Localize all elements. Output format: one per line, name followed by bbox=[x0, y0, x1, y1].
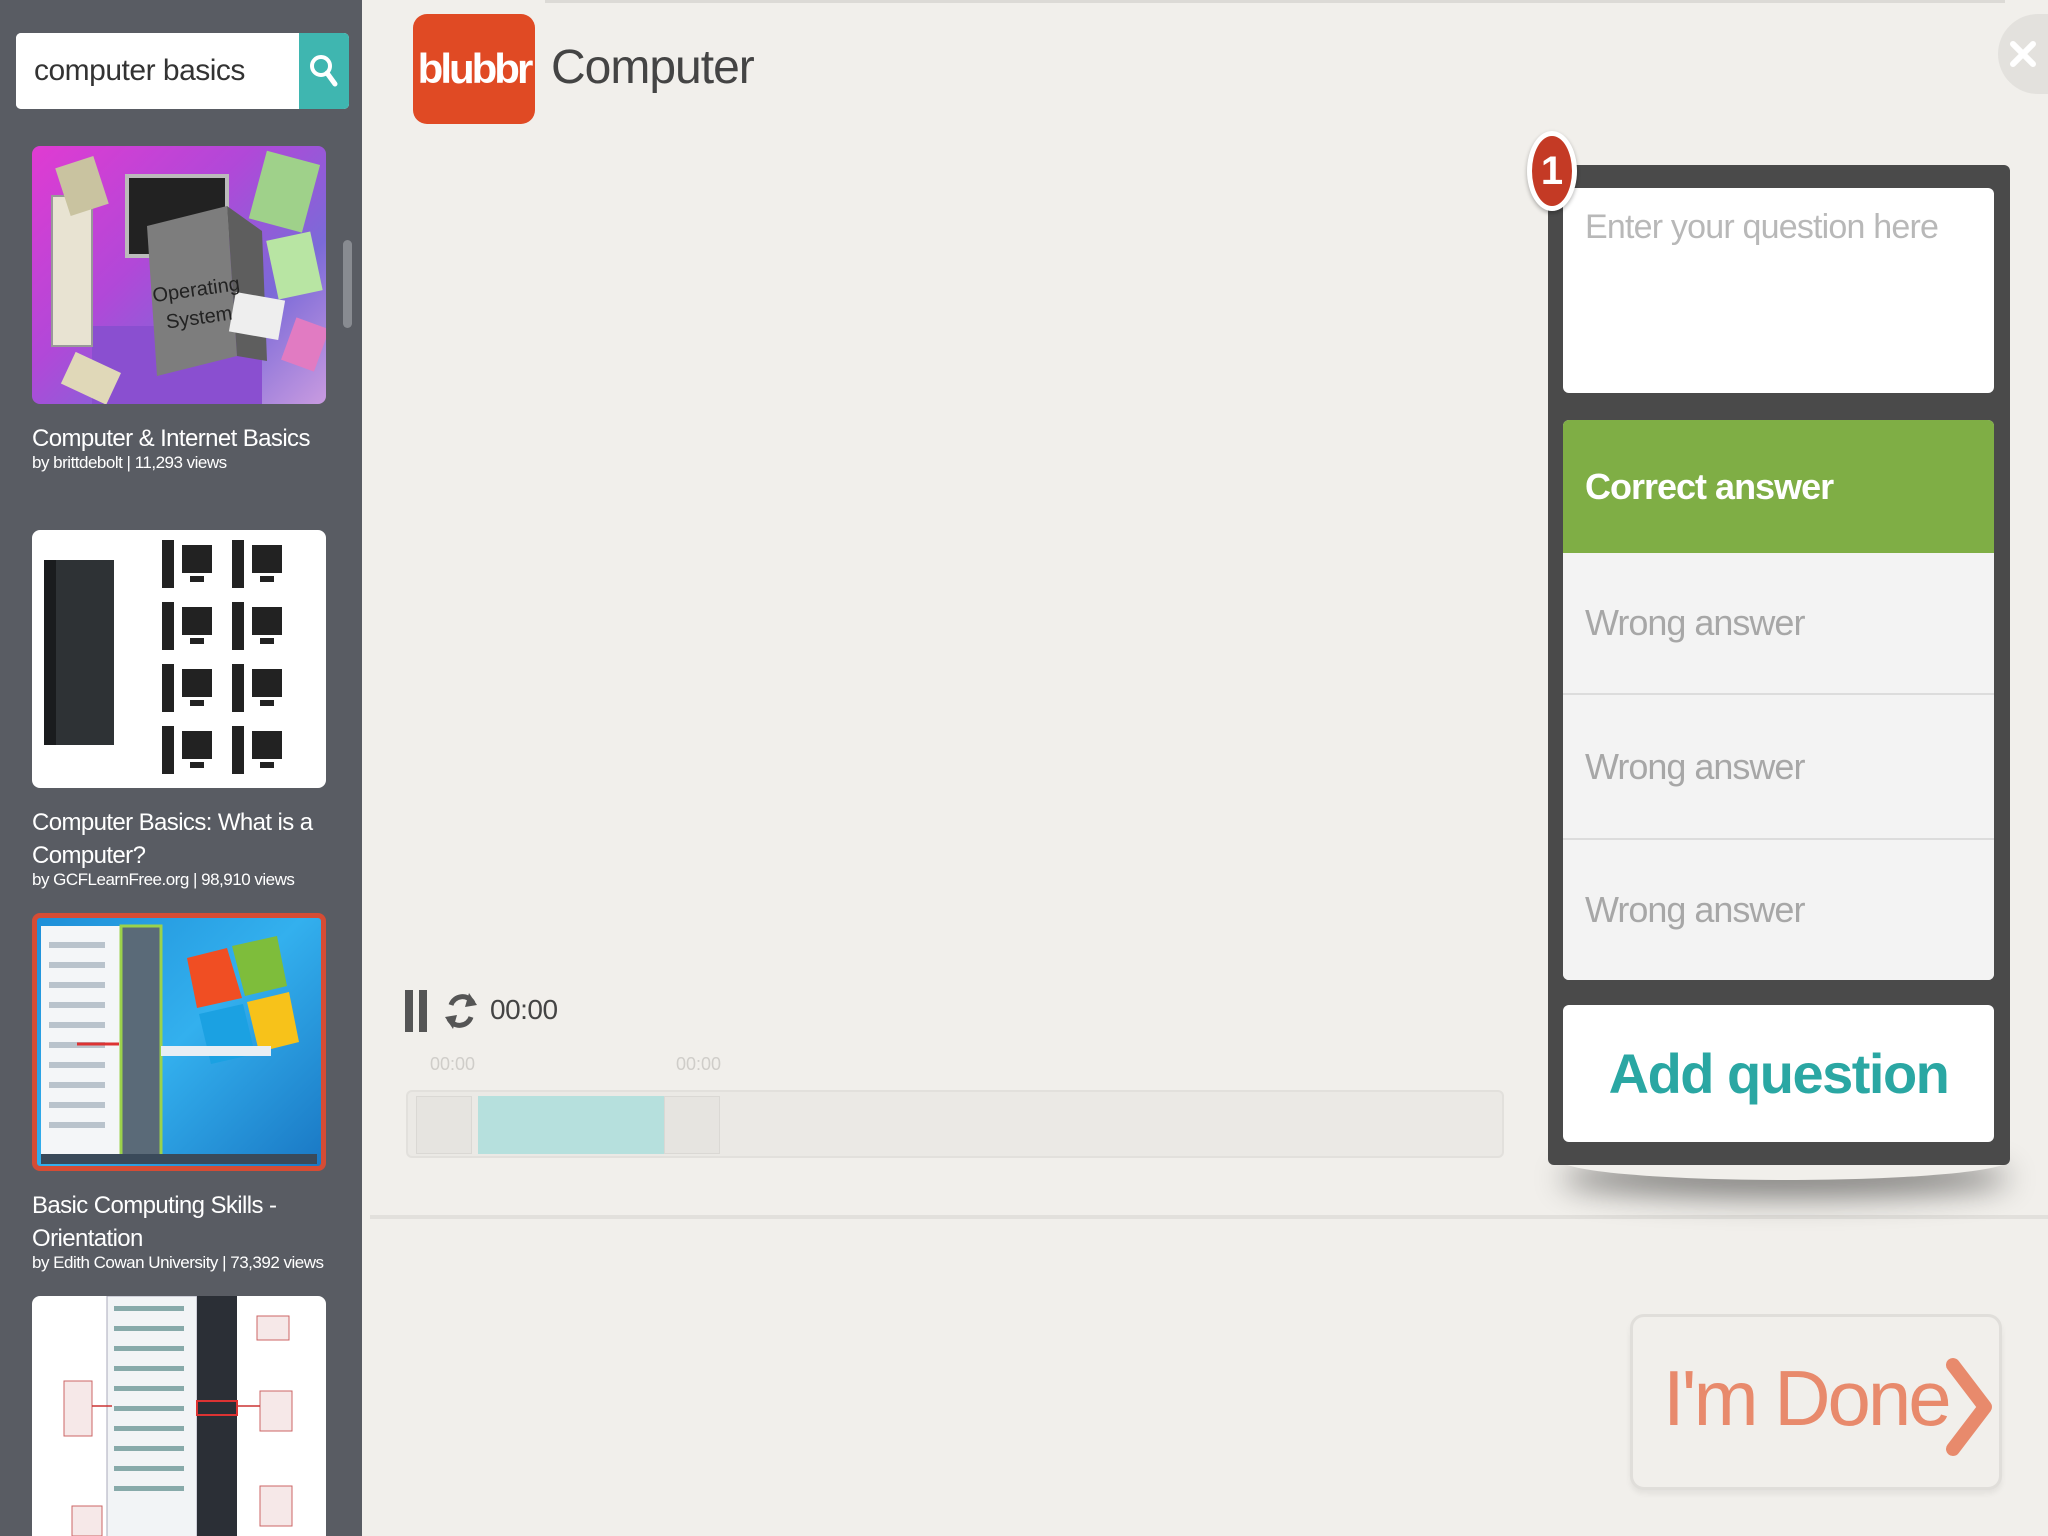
video-card[interactable]: Computer Basics: What is a Computer? by … bbox=[32, 530, 326, 890]
search-icon bbox=[310, 55, 338, 87]
video-timeline[interactable] bbox=[406, 1090, 1504, 1158]
question-input[interactable] bbox=[1563, 188, 1994, 393]
video-meta: by Edith Cowan University | 73,392 views bbox=[32, 1253, 324, 1272]
video-card[interactable]: Operating System Computer & Internet Bas… bbox=[32, 146, 326, 473]
time-readout: 00:00 bbox=[490, 994, 558, 1025]
header-divider bbox=[545, 0, 2005, 3]
video-title[interactable]: Computer Basics: What is a Computer? bbox=[32, 806, 326, 872]
sidebar: Operating System Computer & Internet Bas… bbox=[0, 0, 362, 1536]
range-start-label: 00:00 bbox=[430, 1054, 476, 1074]
operating-system-illustration: Operating System bbox=[51, 150, 326, 404]
video-meta: by GCFLearnFree.org | 98,910 views bbox=[32, 870, 295, 889]
windows-start-menu-illustration bbox=[41, 924, 317, 1164]
video-thumbnail[interactable]: Operating System bbox=[32, 146, 326, 404]
add-question-button[interactable]: Add question bbox=[1563, 1005, 1994, 1142]
video-title[interactable]: Computer & Internet Basics bbox=[32, 422, 326, 455]
chevron-right-icon bbox=[1946, 1358, 1992, 1456]
sidebar-scrollbar[interactable] bbox=[343, 240, 352, 328]
close-icon bbox=[2010, 41, 2036, 67]
video-thumbnail[interactable] bbox=[32, 530, 326, 788]
done-label: I'm Done bbox=[1663, 1354, 1952, 1442]
close-button[interactable] bbox=[1998, 14, 2048, 94]
pause-icon[interactable] bbox=[405, 990, 429, 1032]
selected-range[interactable] bbox=[478, 1096, 664, 1154]
wrong-answer-input[interactable] bbox=[1563, 695, 1994, 840]
wrong-answer-input[interactable] bbox=[1563, 553, 1994, 695]
video-card[interactable] bbox=[32, 1296, 326, 1536]
page-title: Computer bbox=[551, 41, 755, 94]
server-computers-illustration bbox=[44, 540, 282, 774]
search-input[interactable] bbox=[16, 33, 299, 109]
video-meta: by brittdebolt | 11,293 views bbox=[32, 453, 227, 472]
search-box bbox=[16, 33, 349, 109]
correct-answer-input[interactable] bbox=[1563, 420, 1994, 553]
video-thumbnail[interactable] bbox=[32, 1296, 326, 1536]
replay-icon[interactable] bbox=[443, 987, 479, 1035]
video-card-selected[interactable]: Basic Computing Skills - Orientation by … bbox=[32, 913, 326, 1273]
im-done-button[interactable]: I'm Done bbox=[1630, 1314, 2002, 1490]
range-end-label: 00:00 bbox=[676, 1054, 722, 1074]
search-button[interactable] bbox=[299, 33, 349, 109]
video-title[interactable]: Basic Computing Skills - Orientation bbox=[32, 1189, 326, 1255]
range-start-handle[interactable] bbox=[416, 1096, 472, 1154]
section-divider bbox=[370, 1215, 2048, 1219]
blubbr-logo[interactable]: blubbr bbox=[413, 14, 535, 124]
range-end-handle[interactable] bbox=[664, 1096, 720, 1154]
question-number-badge: 1 bbox=[1527, 131, 1577, 211]
answer-list bbox=[1563, 420, 1994, 980]
question-panel: Add question bbox=[1548, 165, 2010, 1165]
video-thumbnail[interactable] bbox=[32, 913, 326, 1171]
wrong-answer-input[interactable] bbox=[1563, 840, 1994, 980]
start-menu-diagram-illustration bbox=[63, 1296, 293, 1536]
